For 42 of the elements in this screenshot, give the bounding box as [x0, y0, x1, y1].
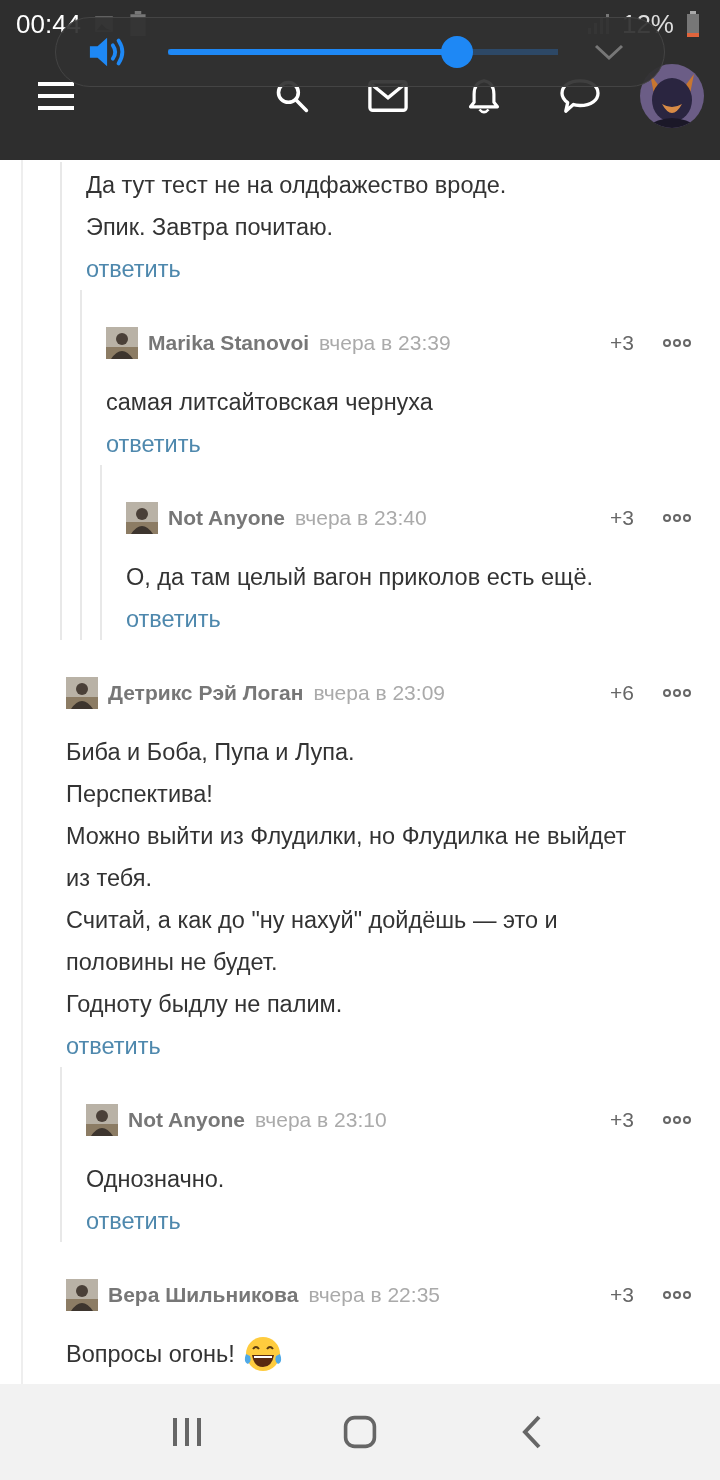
comment-text: самая литсайтовская чернуха	[106, 388, 433, 417]
comment-time: вчера в 23:10	[255, 1108, 387, 1132]
battery-level: 12%	[621, 8, 674, 40]
more-icon[interactable]	[662, 338, 692, 348]
author-name[interactable]: Marika Stanovoi	[148, 331, 310, 355]
comment-score: +6	[610, 681, 634, 705]
status-time: 00:44	[16, 8, 82, 40]
reply-link[interactable]: ответить	[86, 248, 181, 290]
author-name[interactable]: Not Anyone	[168, 506, 286, 530]
battery-icon	[686, 10, 700, 38]
comment-time: вчера в 22:35	[308, 1283, 440, 1307]
comment-text: Да тут тест не на олдфажество вроде.	[86, 171, 507, 200]
comment-text: О, да там целый вагон приколов есть ещё.	[126, 563, 593, 592]
comment-text: Однозначно.	[86, 1165, 225, 1194]
author-name[interactable]: Вера Шильникова	[108, 1283, 299, 1307]
comment-score: +3	[610, 1283, 634, 1307]
comment-time: вчера в 23:39	[319, 331, 451, 355]
comment-score: +3	[610, 1108, 634, 1132]
home-icon[interactable]	[342, 1414, 378, 1450]
comment-score: +3	[610, 506, 634, 530]
comment-score: +3	[610, 331, 634, 355]
more-icon[interactable]	[662, 513, 692, 523]
comment-text: Эпик. Завтра почитаю.	[86, 213, 334, 242]
comment-time: вчера в 23:09	[313, 681, 445, 705]
comment-text: Считай, а как до "ну нахуй" дойдёшь — это и половины не будет.	[66, 906, 559, 977]
author-name[interactable]: Детрикс Рэй Логан	[108, 681, 304, 705]
more-icon[interactable]	[662, 688, 692, 698]
chevron-down-icon[interactable]	[594, 43, 624, 61]
comment-text: Биба и Боба, Пупа и Лупа.	[66, 738, 355, 767]
reply-link[interactable]: ответить	[66, 1025, 161, 1067]
reply-link[interactable]: ответить	[126, 598, 221, 640]
comment-text: Можно выйти из Флудилки, но Флудилка не выйдет из тебя.	[66, 822, 628, 893]
comment-text: Годноту быдлу не палим.	[66, 990, 343, 1019]
menu-icon[interactable]	[36, 81, 76, 111]
more-icon[interactable]	[662, 1115, 692, 1125]
reply-link[interactable]: ответить	[106, 423, 201, 465]
comment-text: Вопросы огонь!	[66, 1340, 235, 1369]
comment-time: вчера в 23:40	[295, 506, 427, 530]
more-icon[interactable]	[662, 1290, 692, 1300]
author-name[interactable]: Not Anyone	[128, 1108, 246, 1132]
reply-link[interactable]: ответить	[86, 1200, 181, 1242]
comment-text: Перспектива!	[66, 780, 213, 809]
